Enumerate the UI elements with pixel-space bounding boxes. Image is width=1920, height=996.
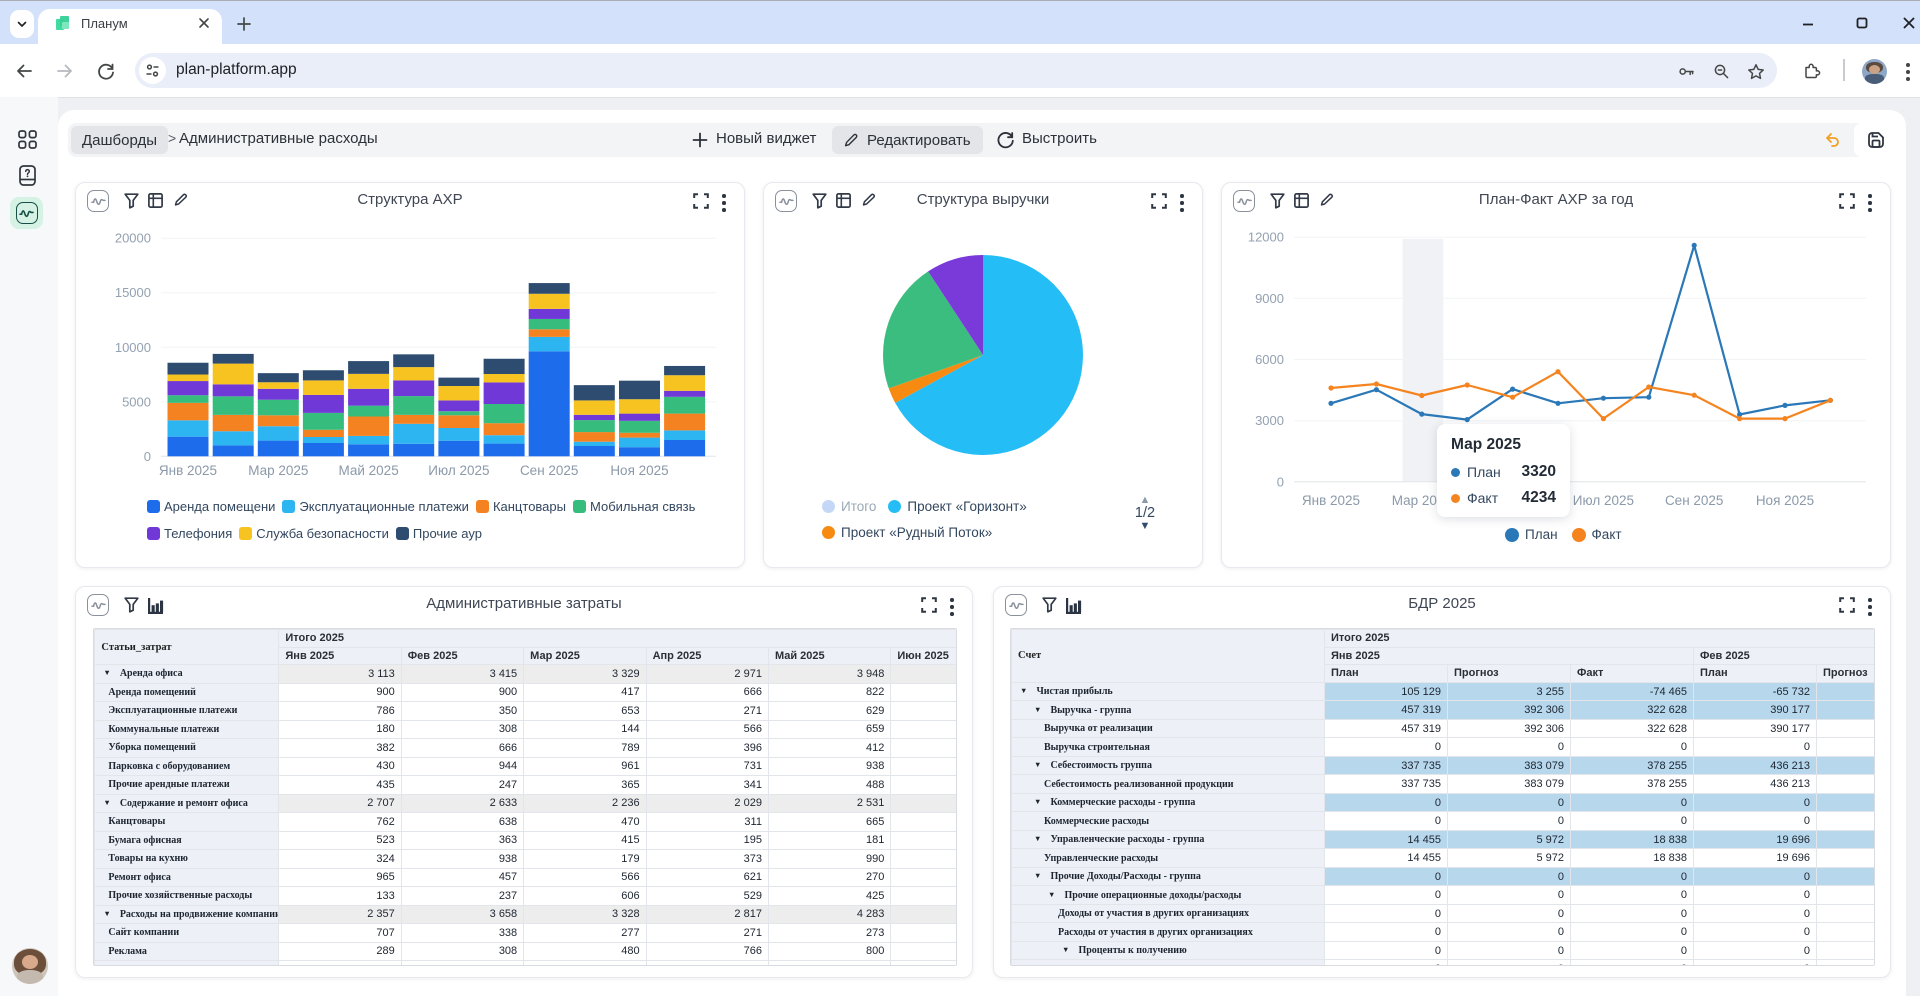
svg-text:0: 0	[144, 449, 151, 464]
svg-text:10000: 10000	[115, 340, 151, 355]
svg-text:3000: 3000	[1255, 413, 1284, 428]
svg-text:0: 0	[1277, 474, 1284, 489]
svg-text:12000: 12000	[1248, 230, 1284, 245]
svg-text:9000: 9000	[1255, 291, 1284, 306]
svg-text:6000: 6000	[1255, 352, 1284, 367]
svg-text:Мар 2025: Мар 2025	[248, 463, 308, 478]
svg-text:Ноя 2025: Ноя 2025	[1756, 493, 1814, 508]
svg-text:Июл 2025: Июл 2025	[1573, 493, 1634, 508]
svg-text:Июл 2025: Июл 2025	[428, 463, 489, 478]
svg-text:Сен 2025: Сен 2025	[1665, 493, 1724, 508]
svg-text:Сен 2025: Сен 2025	[520, 463, 579, 478]
svg-text:Май 2025: Май 2025	[338, 463, 398, 478]
svg-text:Янв 2025: Янв 2025	[1302, 493, 1360, 508]
svg-text:20000: 20000	[115, 231, 151, 246]
svg-text:Ноя 2025: Ноя 2025	[610, 463, 668, 478]
svg-text:Янв 2025: Янв 2025	[159, 463, 217, 478]
svg-text:5000: 5000	[122, 394, 151, 409]
svg-text:15000: 15000	[115, 285, 151, 300]
